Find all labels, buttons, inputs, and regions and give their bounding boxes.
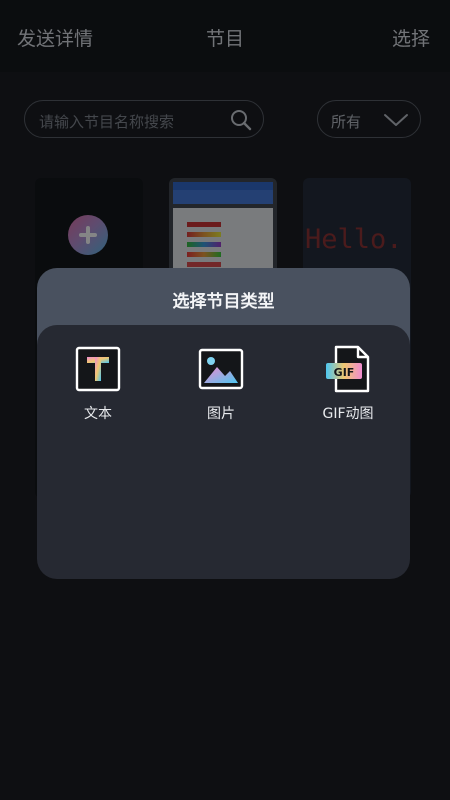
dialog-title: 选择节目类型 <box>172 292 275 312</box>
gif-icon: GIF <box>326 345 370 393</box>
option-image-label: 图片 <box>207 406 235 422</box>
option-text[interactable]: 文本 <box>43 345 153 423</box>
option-gif[interactable]: GIF GIF动图 <box>293 345 403 423</box>
image-icon <box>198 348 244 390</box>
option-gif-label: GIF动图 <box>322 406 374 422</box>
option-image[interactable]: 图片 <box>166 345 276 423</box>
option-text-label: 文本 <box>84 406 112 422</box>
svg-text:GIF: GIF <box>334 366 355 379</box>
text-icon <box>75 346 121 392</box>
